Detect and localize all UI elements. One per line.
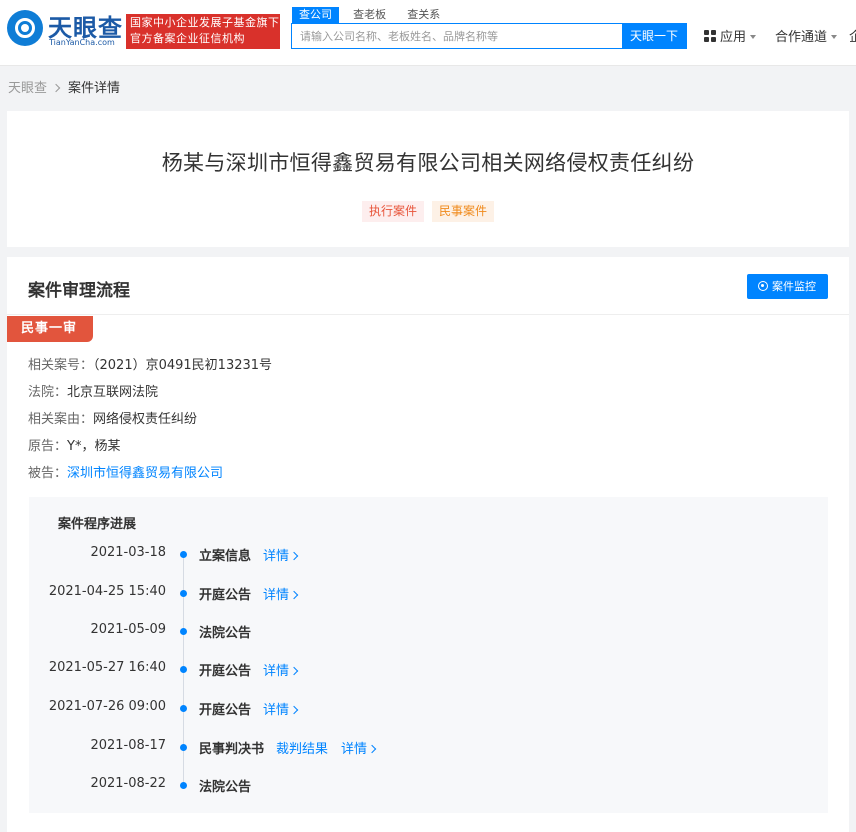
case-number-label: 相关案号： (28, 358, 94, 373)
info-cause: 相关案由：网络侵权责任纠纷 (28, 408, 197, 427)
search-tabs: 查公司 查老板 查关系 (292, 7, 450, 23)
case-tags: 执行案件 民事案件 (7, 201, 849, 222)
tag-civil-case: 民事案件 (432, 201, 495, 222)
chevron-right-icon (51, 83, 61, 93)
chevron-right-icon (289, 705, 299, 715)
progress-title: 案件程序进展 (58, 517, 137, 532)
chevron-down-icon (831, 35, 838, 39)
timeline-date: 2021-05-27 16:40 (48, 660, 166, 675)
timeline-event: 开庭公告 (199, 703, 252, 718)
breadcrumb-home[interactable]: 天眼查 (8, 81, 47, 96)
progress-panel: 案件程序进展 2021-03-18 立案信息 详情 2021-04-25 15:… (29, 497, 828, 813)
timeline-item: 2021-04-25 15:40 开庭公告 详情 (29, 584, 828, 604)
chevron-right-icon (289, 590, 299, 600)
timeline-dot (180, 666, 187, 673)
plaintiff-value: Y*，杨某 (67, 439, 121, 454)
timeline-date: 2021-04-25 15:40 (48, 584, 166, 599)
nav-apps[interactable]: 应用 (704, 26, 757, 45)
timeline-date: 2021-08-22 (90, 776, 166, 791)
search-button[interactable]: 天眼一下 (622, 24, 686, 48)
page-title: 杨某与深圳市恒得鑫贸易有限公司相关网络侵权责任纠纷 (161, 151, 695, 175)
detail-link[interactable]: 详情 (341, 738, 377, 757)
chevron-right-icon (289, 551, 299, 561)
court-label: 法院： (28, 385, 68, 400)
detail-link[interactable]: 详情 (263, 584, 299, 603)
breadcrumb: 天眼查 案件详情 (8, 77, 120, 96)
chevron-right-icon (289, 666, 299, 676)
official-badge: 国家中小企业发展子基金旗下 官方备案企业征信机构 (126, 14, 280, 49)
defendant-link[interactable]: 深圳市恒得鑫贸易有限公司 (67, 466, 223, 481)
info-court: 法院：北京互联网法院 (28, 381, 158, 400)
timeline-dot (180, 705, 187, 712)
timeline-dot (180, 782, 187, 789)
timeline-dot (180, 551, 187, 558)
timeline-event: 开庭公告 (199, 664, 252, 679)
search-box: 天眼一下 (291, 23, 687, 49)
detail-link[interactable]: 详情 (263, 545, 299, 564)
timeline-item: 2021-05-27 16:40 开庭公告 详情 (29, 660, 828, 680)
stage-badge: 民事一审 (7, 316, 93, 342)
tianyancha-logo-icon[interactable] (7, 10, 43, 46)
tab-relation[interactable]: 查关系 (400, 7, 447, 23)
badge-line-2: 官方备案企业征信机构 (130, 32, 245, 45)
case-monitor-label: 案件监控 (772, 280, 816, 293)
case-title-card: 杨某与深圳市恒得鑫贸易有限公司相关网络侵权责任纠纷 执行案件 民事案件 (7, 111, 849, 247)
timeline-item: 2021-08-17 民事判决书 裁判结果 详情 (29, 738, 828, 758)
timeline-item: 2021-07-26 09:00 开庭公告 详情 (29, 699, 828, 719)
info-plaintiff: 原告：Y*，杨某 (28, 435, 120, 454)
info-defendant: 被告：深圳市恒得鑫贸易有限公司 (28, 462, 223, 481)
nav-partner[interactable]: 合作通道 (775, 26, 838, 45)
defendant-label: 被告： (28, 466, 68, 481)
info-case-number: 相关案号：（2021）京0491民初13231号 (28, 354, 272, 373)
nav-enterprise-clipped[interactable]: 企 (849, 26, 856, 45)
nav-apps-label: 应用 (720, 30, 747, 45)
detail-link[interactable]: 详情 (263, 699, 299, 718)
timeline-dot (180, 744, 187, 751)
timeline-date: 2021-08-17 (90, 738, 166, 753)
monitor-icon (758, 281, 768, 291)
tag-execution-case: 执行案件 (361, 201, 424, 222)
timeline-event: 立案信息 (199, 549, 252, 564)
section-title: 案件审理流程 (28, 281, 130, 301)
cause-value: 网络侵权责任纠纷 (93, 412, 198, 427)
logo-subtitle: TianYanCha.com (49, 38, 115, 47)
timeline-event: 法院公告 (199, 626, 252, 641)
chevron-right-icon (367, 744, 377, 754)
nav-partner-label: 合作通道 (775, 30, 828, 45)
case-process-card: 案件审理流程 案件监控 民事一审 相关案号：（2021）京0491民初13231… (7, 257, 849, 832)
timeline-item: 2021-08-22 法院公告 (29, 776, 828, 796)
timeline-event: 法院公告 (199, 780, 252, 795)
cause-label: 相关案由： (28, 412, 94, 427)
case-monitor-button[interactable]: 案件监控 (747, 274, 828, 299)
divider (7, 314, 849, 315)
timeline-event: 民事判决书 (199, 742, 265, 757)
case-number-value: （2021）京0491民初13231号 (93, 358, 273, 373)
tab-boss[interactable]: 查老板 (346, 7, 393, 23)
detail-link[interactable]: 详情 (263, 660, 299, 679)
timeline-date: 2021-07-26 09:00 (48, 699, 166, 714)
badge-line-1: 国家中小企业发展子基金旗下 (130, 16, 280, 29)
timeline-dot (180, 628, 187, 635)
judgment-result-link[interactable]: 裁判结果 (276, 738, 328, 757)
timeline-item: 2021-05-09 法院公告 (29, 622, 828, 642)
apps-grid-icon (704, 30, 716, 42)
court-value: 北京互联网法院 (67, 385, 159, 400)
timeline-date: 2021-05-09 (90, 622, 166, 637)
top-header: 天眼查 TianYanCha.com 国家中小企业发展子基金旗下 官方备案企业征… (0, 0, 856, 66)
breadcrumb-current: 案件详情 (68, 81, 121, 96)
timeline-item: 2021-03-18 立案信息 详情 (29, 545, 828, 565)
search-input[interactable] (292, 24, 623, 48)
timeline-dot (180, 590, 187, 597)
chevron-down-icon (750, 35, 757, 39)
timeline-date: 2021-03-18 (90, 545, 166, 560)
tab-company[interactable]: 查公司 (292, 7, 339, 23)
timeline-event: 开庭公告 (199, 588, 252, 603)
plaintiff-label: 原告： (28, 439, 68, 454)
